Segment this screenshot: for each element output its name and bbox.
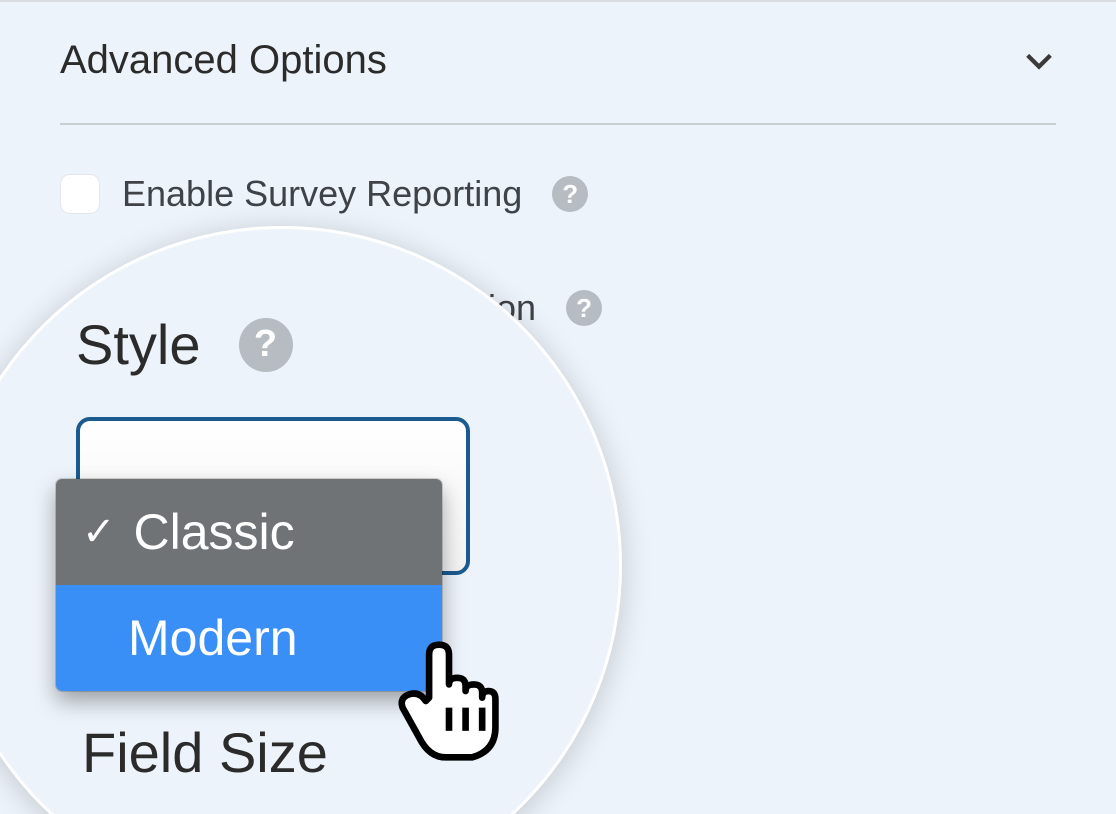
style-label: Style	[76, 312, 201, 377]
check-icon: ✓	[82, 512, 116, 552]
style-dropdown: ✓ Classic Modern	[56, 479, 442, 691]
option-row-survey-reporting: Enable Survey Reporting ?	[60, 173, 1056, 215]
option-label-survey-reporting: Enable Survey Reporting	[122, 173, 522, 215]
style-label-row: Style ?	[76, 312, 536, 377]
section-header[interactable]: Advanced Options	[60, 38, 1056, 125]
dropdown-option-classic[interactable]: ✓ Classic	[56, 479, 442, 585]
help-icon[interactable]: ?	[239, 318, 293, 372]
help-icon[interactable]: ?	[552, 176, 588, 212]
help-icon[interactable]: ?	[566, 290, 602, 326]
section-title: Advanced Options	[60, 38, 387, 83]
dropdown-option-modern[interactable]: Modern	[56, 585, 442, 691]
chevron-down-icon	[1022, 44, 1056, 78]
checkbox-survey-reporting[interactable]	[60, 174, 100, 214]
dropdown-option-label: Modern	[128, 609, 298, 667]
magnifier-lens: Style ? ✓ Classic Modern Field Size	[0, 226, 622, 814]
field-size-label: Field Size	[82, 720, 328, 785]
dropdown-option-label: Classic	[134, 503, 295, 561]
